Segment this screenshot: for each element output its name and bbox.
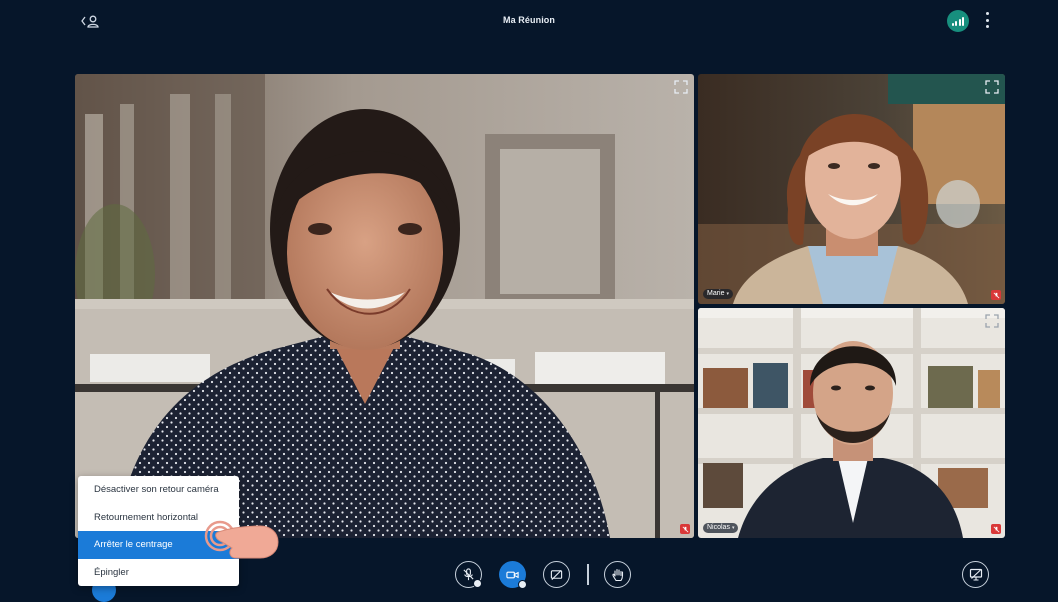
muted-badge [991, 524, 1001, 534]
muted-badge [680, 524, 690, 534]
chevron-down-icon: ▾ [731, 525, 735, 531]
fullscreen-button[interactable] [985, 314, 999, 328]
video-tile-nicolas[interactable]: Nicolas ▾ [698, 308, 1005, 538]
signal-bar [962, 17, 965, 26]
mic-off-icon [993, 526, 999, 532]
mic-options-dot[interactable] [473, 579, 482, 588]
menu-item-stop-centering[interactable]: Arrêter le centrage [78, 531, 239, 559]
fullscreen-button[interactable] [674, 80, 688, 94]
participant-name-tag[interactable]: Marie ▾ [703, 289, 734, 299]
camera-button[interactable] [499, 561, 527, 589]
participant-video-marie [698, 74, 1005, 304]
participant-name: Marie [707, 290, 725, 297]
mic-button[interactable] [455, 561, 482, 588]
mic-off-icon [463, 568, 474, 581]
raise-hand-button[interactable] [604, 561, 631, 588]
screen-share-off-icon [550, 569, 563, 580]
fullscreen-icon [985, 80, 999, 94]
camera-options-dot[interactable] [518, 580, 527, 589]
muted-badge [991, 290, 1001, 300]
raise-hand-icon [611, 568, 623, 581]
presentation-button[interactable] [962, 561, 989, 588]
top-bar: Ma Réunion [0, 0, 1058, 42]
participant-name: Nicolas [707, 524, 730, 531]
mic-off-icon [993, 292, 999, 298]
screen-share-button[interactable] [543, 561, 570, 588]
fullscreen-icon [985, 314, 999, 328]
video-camera-icon [506, 571, 519, 578]
menu-item-horizontal-flip[interactable]: Retournement horizontal [78, 504, 239, 532]
menu-item-disable-self-view[interactable]: Désactiver son retour caméra [78, 476, 239, 504]
signal-bar [951, 23, 954, 26]
toolbar-divider [587, 564, 589, 585]
participant-video-main [75, 74, 694, 538]
meeting-title: Ma Réunion [503, 15, 555, 25]
participant-video-nicolas [698, 308, 1005, 538]
connection-quality-button[interactable] [947, 10, 969, 32]
more-options-button[interactable] [983, 12, 991, 28]
video-tile-main[interactable] [75, 74, 694, 538]
more-vertical-icon [985, 12, 989, 15]
video-tile-marie[interactable]: Marie ▾ [698, 74, 1005, 304]
chevron-down-icon: ▾ [726, 291, 730, 297]
signal-bar [958, 19, 961, 26]
participant-name-tag[interactable]: Nicolas ▾ [703, 523, 739, 533]
signal-bar [955, 21, 958, 26]
presentation-icon [969, 568, 982, 581]
mic-off-icon [682, 526, 688, 532]
fullscreen-icon [674, 80, 688, 94]
control-bar [0, 556, 1058, 595]
fullscreen-button[interactable] [985, 80, 999, 94]
